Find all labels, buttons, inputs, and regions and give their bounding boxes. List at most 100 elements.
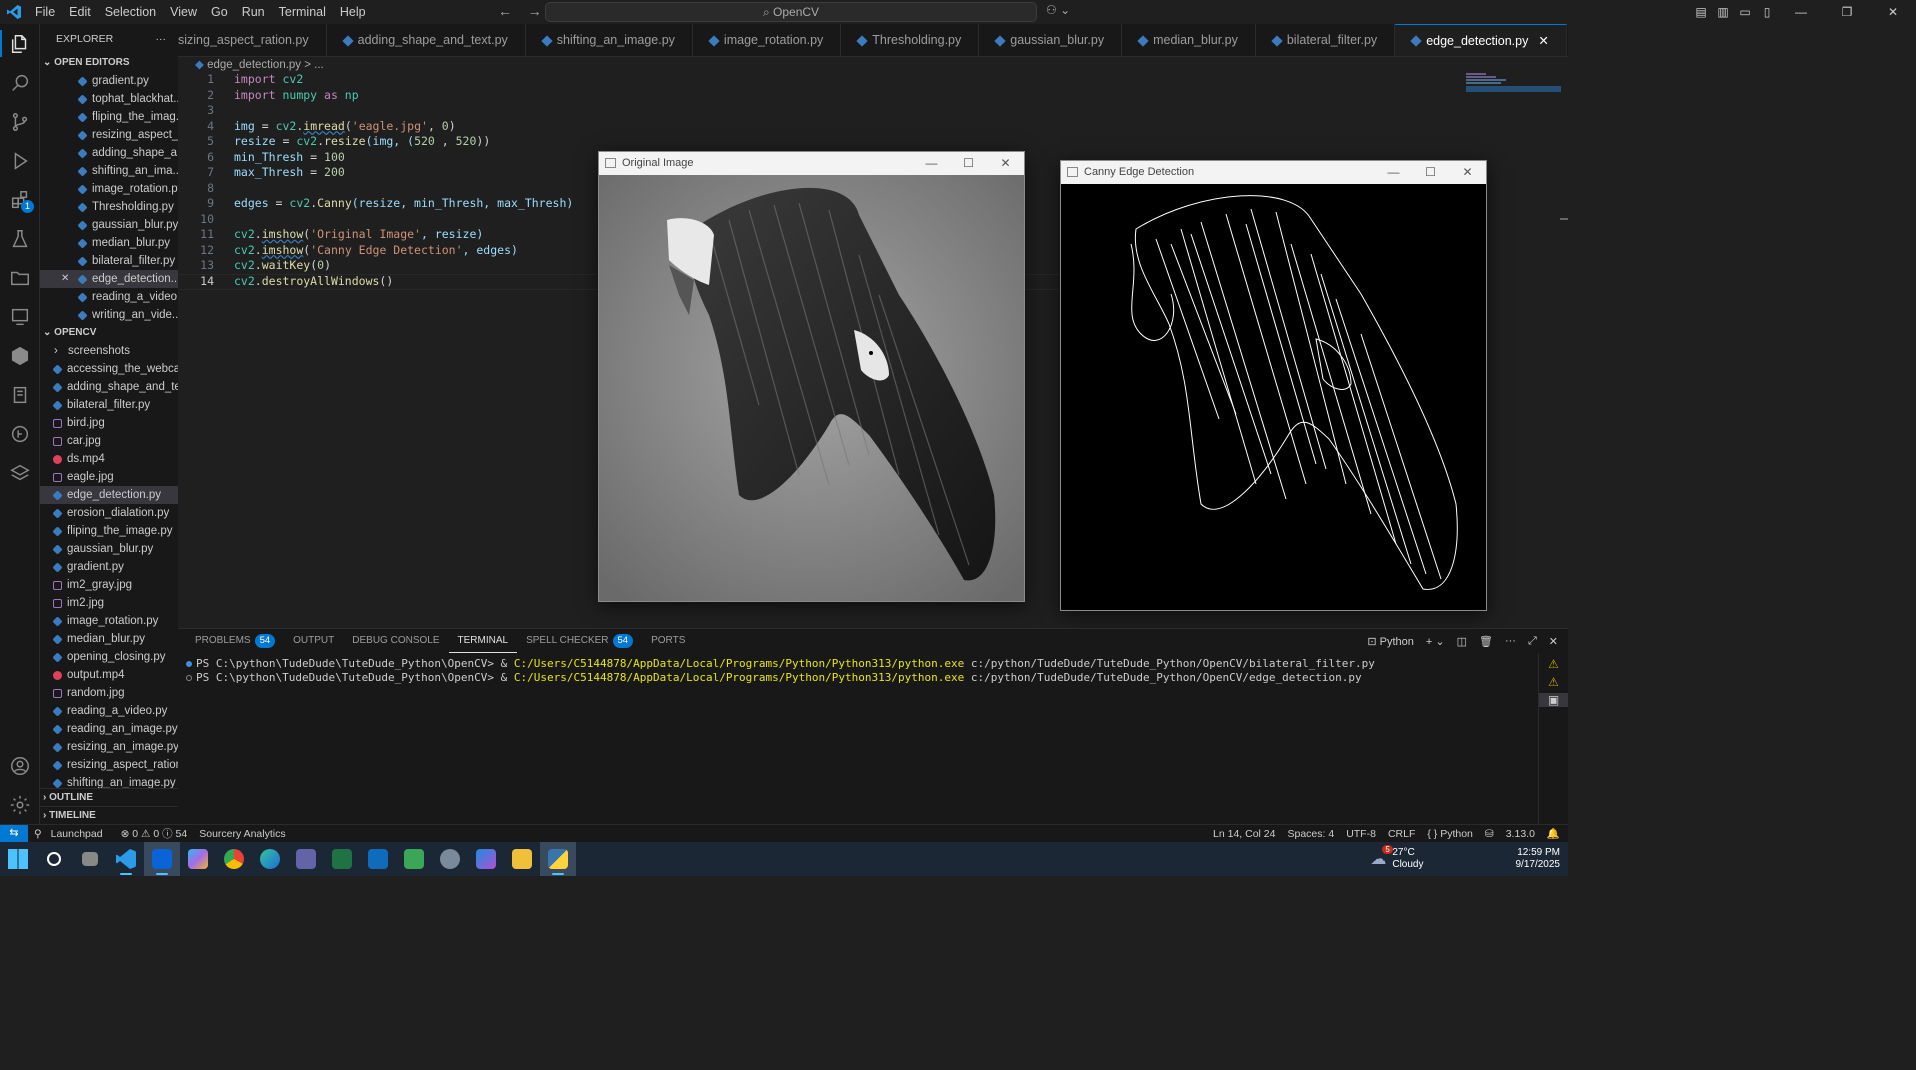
trash-icon[interactable]: 🗑 bbox=[1479, 635, 1493, 648]
tab-terminal[interactable]: TERMINAL bbox=[448, 629, 518, 653]
tab-edge-detection[interactable]: edge_detection.py ✕ bbox=[1395, 24, 1567, 57]
menu-edit[interactable]: Edit bbox=[62, 5, 98, 19]
tab-median-blur[interactable]: median_blur.py bbox=[1122, 24, 1256, 56]
file-item[interactable]: erosion_dialation.py bbox=[40, 504, 178, 522]
language-mode[interactable]: { } Python bbox=[1421, 828, 1479, 840]
weather-widget[interactable]: ☁ 5 bbox=[1370, 845, 1393, 869]
file-item[interactable]: median_blur.py bbox=[40, 630, 178, 648]
open-editor-item[interactable]: resizing_aspect_... bbox=[40, 126, 178, 144]
more-icon[interactable]: ··· bbox=[1505, 635, 1516, 647]
tab-thresholding[interactable]: Thresholding.py bbox=[841, 24, 980, 56]
problems-status[interactable]: ⊗ 0 ⚠ 0 ⓘ 54 bbox=[115, 826, 194, 841]
open-editor-item[interactable]: fliping_the_imag... bbox=[40, 108, 178, 126]
outlook-taskbar-icon[interactable] bbox=[144, 842, 180, 876]
python-env-icon[interactable]: ⛁ bbox=[1479, 828, 1500, 840]
file-explorer-taskbar-icon[interactable] bbox=[504, 842, 540, 876]
tab-close-icon[interactable]: ✕ bbox=[1538, 25, 1548, 57]
file-item[interactable]: reading_a_video.py bbox=[40, 702, 178, 720]
vscode-taskbar-icon[interactable] bbox=[108, 842, 144, 876]
photos-taskbar-icon[interactable] bbox=[396, 842, 432, 876]
file-item[interactable]: bird.jpg bbox=[40, 414, 178, 432]
forward-arrow-icon[interactable]: → bbox=[528, 3, 542, 19]
warning-icon[interactable]: ⚠ bbox=[1539, 657, 1568, 671]
file-item[interactable]: gradient.py bbox=[40, 558, 178, 576]
file-item[interactable]: car.jpg bbox=[40, 432, 178, 450]
testing-icon[interactable] bbox=[0, 219, 40, 258]
m365-taskbar-icon[interactable] bbox=[468, 842, 504, 876]
maximize-icon[interactable]: ☐ bbox=[1412, 165, 1449, 179]
breadcrumb[interactable]: ◆ edge_detection.py > ... bbox=[195, 57, 324, 71]
layers-icon[interactable] bbox=[0, 453, 40, 492]
file-item[interactable]: gaussian_blur.py bbox=[40, 540, 178, 558]
account-icon[interactable] bbox=[0, 746, 40, 785]
tab-adding-shape-and-text[interactable]: adding_shape_and_text.py bbox=[327, 24, 526, 56]
tab-gaussian-blur[interactable]: gaussian_blur.py bbox=[979, 24, 1123, 56]
close-icon[interactable]: ✕ bbox=[987, 156, 1024, 170]
file-item[interactable]: random.jpg bbox=[40, 684, 178, 702]
indentation[interactable]: Spaces: 4 bbox=[1281, 828, 1340, 840]
source-control-icon[interactable] bbox=[0, 102, 40, 141]
start-icon[interactable] bbox=[0, 842, 36, 876]
python-version[interactable]: 3.13.0 bbox=[1500, 828, 1541, 840]
notebook-icon[interactable] bbox=[0, 375, 40, 414]
open-editor-item[interactable]: reading_a_video... bbox=[40, 288, 178, 306]
menu-file[interactable]: File bbox=[28, 5, 62, 19]
open-editor-item[interactable]: gradient.py bbox=[40, 72, 178, 90]
run-debug-icon[interactable] bbox=[0, 141, 40, 180]
clock[interactable]: 12:59 PM 9/17/2025 bbox=[1516, 847, 1561, 871]
copilot-icon[interactable]: ⚇ ⌄ bbox=[1046, 3, 1070, 17]
git-graph-icon[interactable] bbox=[0, 414, 40, 453]
timeline-header[interactable]: › TIMELINE bbox=[40, 806, 178, 824]
minimap[interactable] bbox=[1466, 72, 1561, 102]
settings-gear-icon[interactable] bbox=[0, 785, 40, 824]
sidebar-toggle-icon[interactable]: ▥ bbox=[1712, 5, 1734, 19]
file-item[interactable]: edge_detection.py bbox=[40, 486, 178, 504]
open-editor-item[interactable]: Thresholding.py bbox=[40, 198, 178, 216]
cube-icon[interactable] bbox=[0, 336, 40, 375]
settings-taskbar-icon[interactable] bbox=[432, 842, 468, 876]
remote-icon[interactable]: ⇆ bbox=[0, 824, 28, 843]
canny-edge-window[interactable]: Canny Edge Detection — ☐ ✕ bbox=[1060, 160, 1487, 611]
file-item[interactable]: adding_shape_and_te... bbox=[40, 378, 178, 396]
open-editors-header[interactable]: ⌄ OPEN EDITORS bbox=[40, 54, 178, 72]
original-image-window[interactable]: Original Image — ☐ ✕ bbox=[598, 151, 1025, 602]
terminal-profile[interactable]: ⊡ Python bbox=[1367, 635, 1414, 648]
close-icon[interactable]: ✕ bbox=[1870, 5, 1916, 19]
open-editor-item[interactable]: bilateral_filter.py bbox=[40, 252, 178, 270]
tab-spell-checker[interactable]: SPELL CHECKER 54 bbox=[517, 629, 642, 653]
taskbar-search-icon[interactable] bbox=[36, 842, 72, 876]
file-item[interactable]: reading_an_image.py bbox=[40, 720, 178, 738]
file-item[interactable]: fliping_the_image.py bbox=[40, 522, 178, 540]
menu-view[interactable]: View bbox=[163, 5, 204, 19]
extensions-icon[interactable]: 1 bbox=[0, 180, 40, 219]
cursor-position[interactable]: Ln 14, Col 24 bbox=[1207, 828, 1281, 840]
menu-run[interactable]: Run bbox=[235, 5, 272, 19]
command-center-search[interactable]: ⌕ OpenCV bbox=[545, 2, 1037, 22]
tab-output[interactable]: OUTPUT bbox=[284, 629, 343, 653]
tab-bilateral-filter[interactable]: bilateral_filter.py bbox=[1256, 24, 1396, 56]
tab-problems[interactable]: PROBLEMS 54 bbox=[186, 629, 284, 653]
menu-terminal[interactable]: Terminal bbox=[272, 5, 333, 19]
close-panel-icon[interactable]: ✕ bbox=[1549, 635, 1558, 648]
line-ending[interactable]: CRLF bbox=[1382, 828, 1421, 840]
menu-selection[interactable]: Selection bbox=[98, 5, 163, 19]
open-editor-item[interactable]: ✕ edge_detection.... bbox=[40, 270, 178, 288]
panel-toggle-icon[interactable]: ▭ bbox=[1734, 5, 1756, 19]
encoding[interactable]: UTF-8 bbox=[1340, 828, 1382, 840]
outlook-new-taskbar-icon[interactable] bbox=[360, 842, 396, 876]
menu-go[interactable]: Go bbox=[204, 5, 235, 19]
edge-taskbar-icon[interactable] bbox=[252, 842, 288, 876]
layout-toggle-icon[interactable]: ▤ bbox=[1690, 5, 1712, 19]
tab-shifting-an-image[interactable]: shifting_an_image.py bbox=[526, 24, 693, 56]
file-item[interactable]: eagle.jpg bbox=[40, 468, 178, 486]
back-arrow-icon[interactable]: ← bbox=[498, 3, 512, 19]
open-editor-item[interactable]: shifting_an_ima... bbox=[40, 162, 178, 180]
close-editor-icon[interactable]: ✕ bbox=[61, 270, 69, 288]
tab-ports[interactable]: PORTS bbox=[642, 629, 694, 653]
menu-help[interactable]: Help bbox=[333, 5, 373, 19]
file-item[interactable]: resizing_an_image.py bbox=[40, 738, 178, 756]
maximize-panel-icon[interactable]: ⤢ bbox=[1528, 635, 1537, 648]
open-editor-item[interactable]: writing_an_vide... bbox=[40, 306, 178, 324]
terminal-instance-icon[interactable]: ▣ bbox=[1539, 693, 1568, 707]
terminal-output[interactable]: PS C:\python\TudeDude\TuteDude_Python\Op… bbox=[178, 653, 1568, 685]
